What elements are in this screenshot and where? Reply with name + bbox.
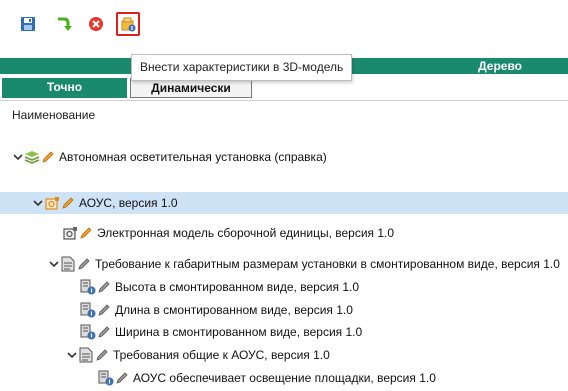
mode-tabs: Точно Динамически [0, 78, 568, 98]
add-characteristics-3d-button[interactable] [116, 12, 140, 36]
tooltip: Внести характеристики в 3D-модель [131, 54, 353, 81]
cancel-button[interactable] [84, 12, 108, 36]
document-icon [60, 256, 76, 272]
characteristic-info-icon [80, 302, 96, 318]
pencil-icon [114, 370, 130, 386]
chevron-down-icon[interactable] [32, 195, 44, 211]
pencil-icon [40, 149, 56, 165]
tree-item-label: АОУС, версия 1.0 [79, 196, 178, 210]
chevron-down-icon[interactable] [48, 256, 60, 272]
tree-row-root[interactable]: Автономная осветительная установка (спра… [0, 147, 568, 167]
save-icon [20, 16, 36, 32]
tree-row-length[interactable]: Длина в смонтированном виде, версия 1.0 [0, 300, 568, 320]
pencil-icon [78, 225, 94, 241]
document-icon [78, 347, 94, 363]
tab-dynamic[interactable]: Динамически [130, 78, 252, 98]
tree-item-label: Требования общие к АОУС, версия 1.0 [113, 348, 330, 362]
tree-row-model[interactable]: Электронная модель сборочной единицы, ве… [0, 223, 568, 243]
characteristic-info-icon [80, 279, 96, 295]
cancel-icon [88, 16, 104, 32]
layers-icon [24, 149, 40, 165]
tree-item-label: Электронная модель сборочной единицы, ве… [97, 226, 395, 240]
tab-exact[interactable]: Точно [2, 78, 127, 98]
tree-item-label: Ширина в смонтированном виде, версия 1.0 [115, 325, 363, 339]
tree-row-height[interactable]: Высота в смонтированном виде, версия 1.0 [0, 277, 568, 297]
redo-button[interactable] [51, 12, 75, 36]
toolbar [0, 0, 568, 56]
tree-row-req-dims[interactable]: Требование к габаритным размерам установ… [0, 254, 568, 274]
characteristic-info-icon [98, 370, 114, 386]
tree-item-label: Высота в смонтированном виде, версия 1.0 [115, 280, 360, 294]
tree-item-label: Длина в смонтированном виде, версия 1.0 [115, 303, 353, 317]
pencil-icon [60, 195, 76, 211]
chevron-down-icon[interactable] [12, 149, 24, 165]
tree-row-lighting[interactable]: АОУС обеспечивает освещение площадки, ве… [0, 368, 568, 388]
chevron-down-icon[interactable] [66, 347, 78, 363]
tree-item-label: АОУС обеспечивает освещение площадки, ве… [133, 371, 436, 385]
assembly-icon [44, 195, 60, 211]
divider [0, 100, 568, 101]
tree-panel-title: Дерево [478, 59, 522, 73]
model-icon [62, 225, 78, 241]
column-header-name: Наименование [12, 108, 96, 122]
tree-row-assembly[interactable]: АОУС, версия 1.0 [0, 192, 568, 214]
pencil-icon [94, 347, 110, 363]
pencil-icon [96, 302, 112, 318]
redo-arrow-icon [54, 15, 72, 33]
characteristic-info-icon [80, 324, 96, 340]
tree-item-label: Требование к габаритным размерам установ… [95, 257, 560, 271]
tree-row-req-general[interactable]: Требования общие к АОУС, версия 1.0 [0, 345, 568, 365]
add-characteristics-3d-icon [120, 16, 136, 32]
tree-item-label: Автономная осветительная установка (спра… [59, 150, 327, 164]
save-button[interactable] [16, 12, 40, 36]
pencil-icon [76, 256, 92, 272]
tree-row-width[interactable]: Ширина в смонтированном виде, версия 1.0 [0, 322, 568, 342]
pencil-icon [96, 279, 112, 295]
pencil-icon [96, 324, 112, 340]
